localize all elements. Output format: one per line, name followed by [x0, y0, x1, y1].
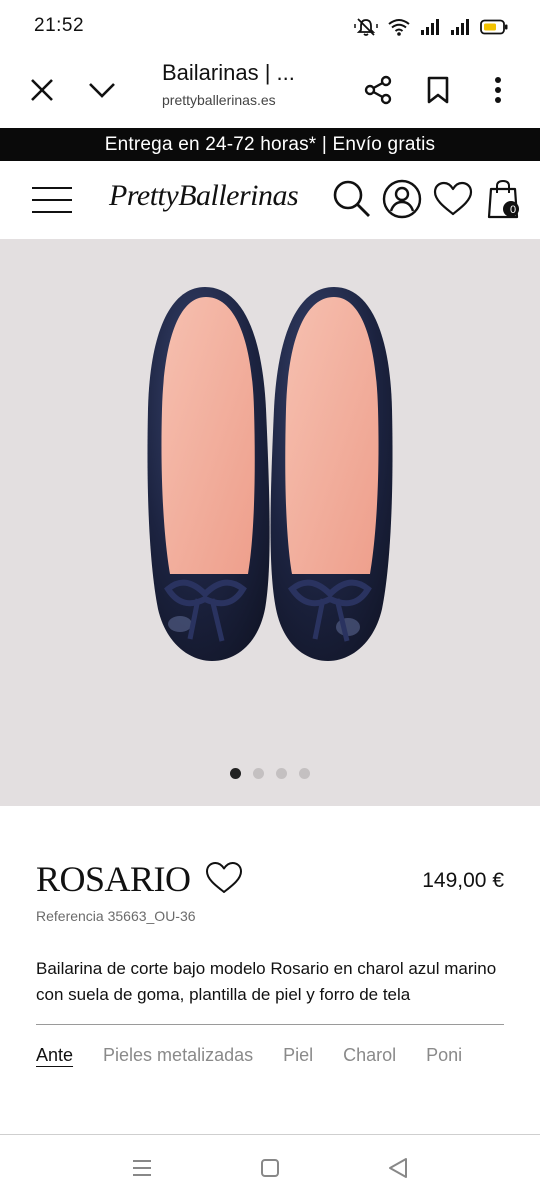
home-icon[interactable]	[255, 1153, 285, 1183]
tab-pieles-metalizadas[interactable]: Pieles metalizadas	[103, 1045, 253, 1066]
product-name: ROSARIO	[36, 859, 191, 899]
status-time: 21:52	[34, 15, 85, 36]
site-header: PrettyBallerinas 0	[0, 161, 540, 239]
account-icon[interactable]	[380, 177, 424, 221]
more-icon[interactable]	[476, 68, 520, 112]
ballet-flats-image	[147, 287, 393, 661]
page-title[interactable]: Bailarinas | ...	[162, 60, 295, 86]
status-bar: 21:52	[0, 0, 540, 54]
bookmark-icon[interactable]	[416, 68, 460, 112]
wifi-icon	[388, 18, 410, 36]
product-description: Bailarina de corte bajo modelo Rosario e…	[36, 959, 497, 1004]
site-logo[interactable]: PrettyBallerinas	[109, 179, 299, 213]
shopping-bag-icon[interactable]: 0	[484, 177, 524, 221]
promo-banner[interactable]: Entrega en 24-72 horas* | Envío gratis	[0, 128, 540, 161]
search-icon[interactable]	[330, 177, 374, 221]
divider	[36, 1024, 504, 1025]
back-icon[interactable]	[383, 1153, 413, 1183]
mute-icon	[354, 17, 378, 37]
battery-icon	[480, 19, 508, 35]
close-icon[interactable]	[20, 68, 64, 112]
product-reference: Referencia 35663_OU-36	[36, 908, 196, 924]
product-image[interactable]	[0, 239, 540, 806]
right-shoe	[270, 287, 393, 661]
carousel-dot[interactable]	[299, 768, 310, 779]
cart-count-badge: 0	[509, 204, 517, 216]
carousel-dot[interactable]	[276, 768, 287, 779]
material-tabs: Ante Pieles metalizadas Piel Charol Poni	[36, 1045, 462, 1066]
heart-icon[interactable]	[431, 177, 475, 221]
status-icons	[354, 14, 508, 40]
menu-icon[interactable]	[32, 186, 74, 214]
signal-icon	[420, 18, 440, 36]
share-icon[interactable]	[356, 68, 400, 112]
left-shoe	[147, 287, 270, 661]
carousel-dots	[0, 768, 540, 779]
browser-toolbar: Bailarinas | ... prettyballerinas.es	[0, 54, 540, 128]
tab-poni[interactable]: Poni	[426, 1045, 462, 1066]
tab-charol[interactable]: Charol	[343, 1045, 396, 1066]
recents-icon[interactable]	[127, 1153, 157, 1183]
favorite-heart-icon[interactable]	[204, 859, 244, 897]
carousel-dot[interactable]	[230, 768, 241, 779]
chevron-down-icon[interactable]	[80, 68, 124, 112]
product-price: 149,00 €	[422, 869, 504, 892]
carousel-dot[interactable]	[253, 768, 264, 779]
signal-icon	[450, 18, 470, 36]
tab-ante[interactable]: Ante	[36, 1045, 73, 1066]
page-url[interactable]: prettyballerinas.es	[162, 92, 276, 108]
android-nav-bar	[0, 1135, 540, 1200]
tab-piel[interactable]: Piel	[283, 1045, 313, 1066]
